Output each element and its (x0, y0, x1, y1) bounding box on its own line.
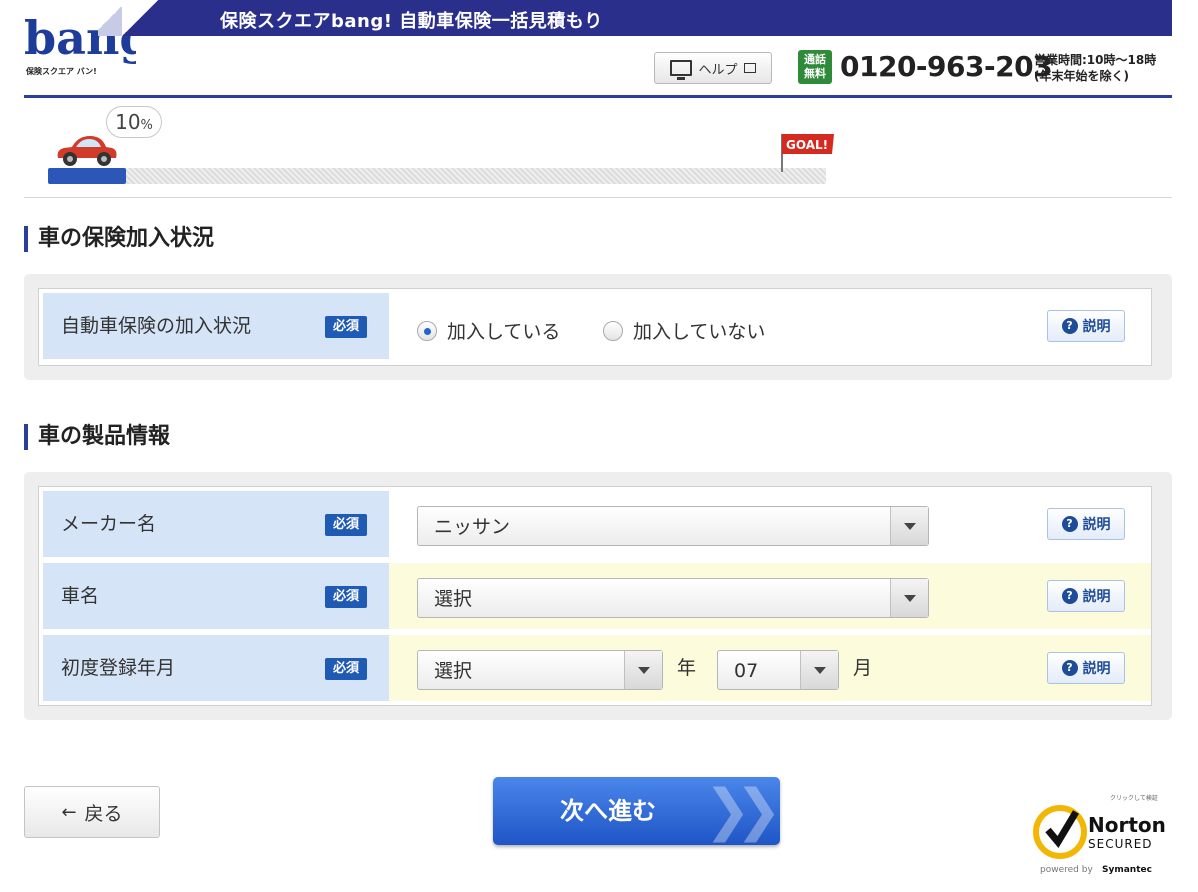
logo-subtext: 保険スクエア バン! (25, 66, 97, 76)
car-name-select-value: 選択 (434, 588, 473, 610)
help-label: ヘルプ (698, 62, 738, 78)
toll-free-text: 通話無料 (804, 53, 826, 80)
car-info-panel: メーカー名 必須 ニッサン ? 説明 車名 必須 選択 ? 説明 初度登録年月 … (24, 472, 1172, 720)
radio-not-insured-dot[interactable] (603, 320, 623, 341)
chevron-down-icon[interactable] (800, 651, 838, 689)
radio-insured-label: 加入している (447, 321, 561, 343)
section-title-insurance-status: 車の保険加入状況 (24, 226, 214, 252)
norton-symantec: Symantec (1102, 865, 1152, 875)
registration-row: 初度登録年月 必須 選択 年 07 月 ? 説明 (43, 635, 1151, 701)
section-title-car-info: 車の製品情報 (24, 424, 170, 450)
required-badge: 必須 (324, 658, 367, 680)
row-label-cell: 初度登録年月 必須 (43, 635, 389, 701)
registration-month-select[interactable]: 07 (717, 650, 839, 690)
next-button-label: 次へ進む (560, 797, 656, 825)
radio-insured-dot[interactable] (417, 320, 437, 341)
help-button-label: 説明 (1082, 319, 1111, 335)
help-button[interactable]: ヘルプ (654, 52, 772, 84)
year-unit: 年 (677, 657, 697, 679)
chevron-down-icon[interactable] (624, 651, 662, 689)
radio-insured[interactable]: 加入している (417, 317, 560, 344)
maker-select-value: ニッサン (434, 516, 511, 538)
row-label-cell: メーカー名 必須 (43, 491, 389, 557)
row-field-cell: 加入している 加入していない ? 説明 (389, 293, 1151, 359)
norton-top-text: クリックして検証 (1110, 794, 1158, 802)
hours-line-2: (年末年始を除く) (1034, 69, 1129, 83)
row-field-cell: 選択 年 07 月 ? 説明 (389, 635, 1151, 701)
maker-label: メーカー名 (61, 513, 157, 535)
row-field-cell: ニッサン ? 説明 (389, 491, 1151, 557)
help-button-label: 説明 (1082, 661, 1111, 677)
registration-month-value: 07 (734, 660, 759, 682)
monitor-icon (670, 60, 693, 80)
registration-year-select[interactable]: 選択 (417, 650, 663, 690)
row-field-cell: 選択 ? 説明 (389, 563, 1151, 629)
progress-fill (48, 168, 126, 184)
help-button-label: 説明 (1082, 589, 1111, 605)
help-button-insurance-status[interactable]: ? 説明 (1047, 310, 1125, 342)
registration-year-value: 選択 (434, 660, 473, 682)
goal-flag-icon: GOAL! (781, 134, 834, 172)
help-button-maker[interactable]: ? 説明 (1047, 508, 1125, 540)
phone-number[interactable]: 0120-963-203 (840, 50, 1053, 83)
goal-label: GOAL! (786, 138, 828, 152)
back-button[interactable]: ← 戻る (24, 786, 160, 838)
registration-label: 初度登録年月 (61, 657, 176, 679)
car-name-label: 車名 (61, 585, 100, 607)
norton-powered-by: powered by (1040, 865, 1093, 875)
question-icon: ? (1061, 516, 1078, 532)
next-button[interactable]: ❯❯ 次へ進む (493, 777, 780, 845)
row-label-cell: 自動車保険の加入状況 必須 (43, 293, 389, 359)
arrow-left-icon: ← (61, 801, 77, 823)
page-header: bang! 保険スクエア バン! 保険スクエアbang! 自動車保険一括見積もり… (0, 0, 1198, 98)
question-icon: ? (1061, 588, 1078, 604)
car-name-select[interactable]: 選択 (417, 578, 929, 618)
norton-secured-text: SECURED (1088, 837, 1153, 851)
car-icon (57, 136, 117, 166)
progress-track (48, 168, 826, 184)
insurance-status-label: 自動車保険の加入状況 (61, 315, 252, 337)
required-badge: 必須 (324, 586, 367, 608)
car-name-row: 車名 必須 選択 ? 説明 (43, 563, 1151, 629)
car-info-form: メーカー名 必須 ニッサン ? 説明 車名 必須 選択 ? 説明 初度登録年月 … (38, 486, 1152, 706)
help-button-car-name[interactable]: ? 説明 (1047, 580, 1125, 612)
toll-free-badge: 通話無料 (798, 50, 832, 84)
insurance-status-row: 自動車保険の加入状況 必須 加入している 加入していない ? 説明 (43, 293, 1151, 359)
back-button-label: 戻る (84, 802, 123, 825)
title-bar: 保険スクエアbang! 自動車保険一括見積もり (98, 0, 1172, 36)
hours-line-1: 営業時間:10時～18時 (1034, 53, 1157, 67)
month-unit: 月 (853, 657, 873, 679)
radio-not-insured[interactable]: 加入していない (603, 317, 765, 344)
question-icon: ? (1061, 660, 1078, 676)
popup-window-icon (743, 63, 756, 73)
progress-area: 10% GOAL! (24, 98, 1172, 198)
required-badge: 必須 (324, 514, 367, 536)
maker-select[interactable]: ニッサン (417, 506, 929, 546)
chevron-down-icon[interactable] (890, 507, 928, 545)
required-badge: 必須 (324, 316, 367, 338)
page-title: 保険スクエアbang! 自動車保険一括見積もり (220, 11, 603, 32)
norton-secured-seal[interactable]: クリックして検証 Norton SECURED powered by Syman… (1030, 790, 1170, 880)
maker-row: メーカー名 必須 ニッサン ? 説明 (43, 491, 1151, 557)
help-button-label: 説明 (1082, 517, 1111, 533)
help-button-registration[interactable]: ? 説明 (1047, 652, 1125, 684)
title-bar-stripe (98, 0, 122, 36)
norton-brand: Norton (1088, 813, 1166, 837)
insurance-status-panel: 自動車保険の加入状況 必須 加入している 加入していない ? 説明 (24, 274, 1172, 380)
business-hours: 営業時間:10時～18時 (年末年始を除く) (1034, 52, 1156, 84)
chevron-down-icon[interactable] (890, 579, 928, 617)
question-icon: ? (1061, 318, 1078, 334)
radio-not-insured-label: 加入していない (633, 321, 766, 343)
progress-percent-unit: % (140, 118, 153, 133)
row-label-cell: 車名 必須 (43, 563, 389, 629)
insurance-status-form: 自動車保険の加入状況 必須 加入している 加入していない ? 説明 (38, 288, 1152, 366)
